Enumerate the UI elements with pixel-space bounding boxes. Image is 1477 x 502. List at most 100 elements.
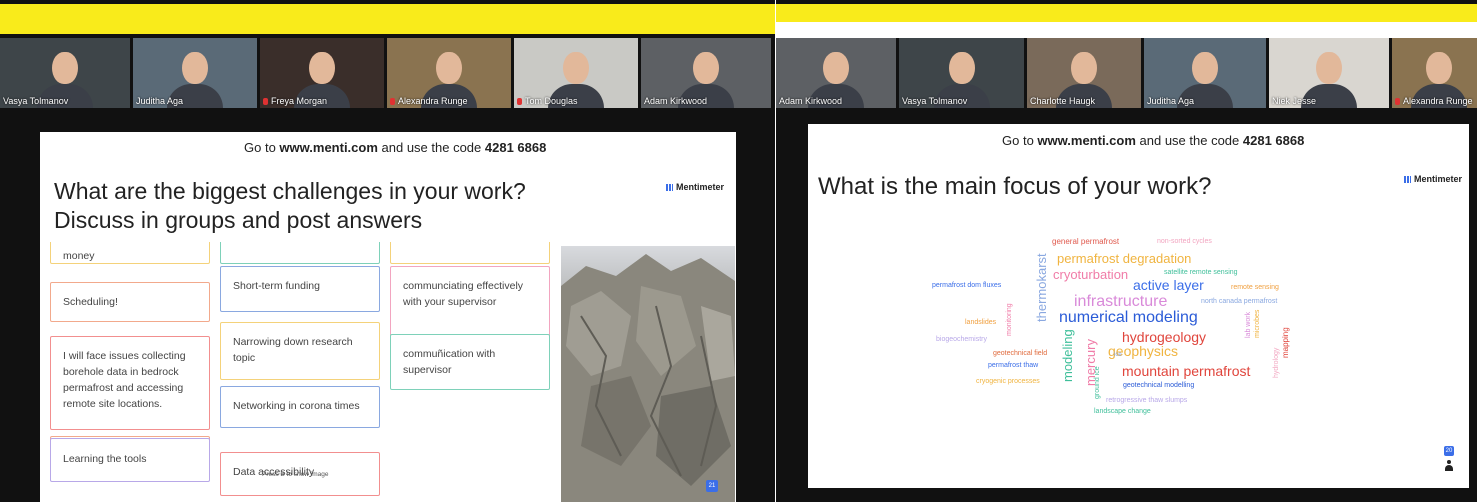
participant-tile[interactable]: Adam Kirkwood: [641, 38, 771, 108]
answer-card: [220, 242, 380, 264]
answer-card: I will face issues collecting borehole d…: [50, 336, 210, 430]
slide-question: What are the biggest challenges in your …: [54, 178, 526, 233]
participant-name: Juditha Aga: [1147, 96, 1195, 106]
word-cloud-word-vertical: modeling: [1060, 329, 1075, 382]
participant-name: Adam Kirkwood: [779, 96, 843, 106]
word-cloud-word-vertical: ground ice: [1094, 366, 1101, 399]
word-cloud-word-vertical: hydrology: [1273, 347, 1280, 378]
word-cloud-word: landscape change: [1094, 408, 1151, 415]
answer-card: money: [50, 242, 210, 264]
participant-video: [823, 52, 849, 84]
word-cloud-word-vertical: lab work: [1245, 311, 1252, 338]
participant-name: Charlotte Haugk: [1030, 96, 1096, 106]
participant-tile[interactable]: Alexandra Runge: [1392, 38, 1477, 108]
mentimeter-logo-icon: [666, 184, 673, 191]
answers-grid: money Scheduling! Short-term funding commun…: [40, 242, 561, 502]
answer-card: communciating effectively with your supe…: [390, 266, 550, 340]
word-cloud-word: satellite remote sensing: [1164, 269, 1238, 276]
mentimeter-brand: Mentimeter: [666, 182, 724, 192]
highlight-bar: [0, 4, 775, 34]
participant-tile[interactable]: Vasya Tolmanov: [899, 38, 1024, 108]
answer-card: Networking in corona times: [220, 386, 380, 428]
word-cloud-word: cryogenic processes: [976, 378, 1040, 385]
participant-tile[interactable]: Alexandra Runge: [387, 38, 511, 108]
participant-name: Vasya Tolmanov: [902, 96, 968, 106]
participant-name: Adam Kirkwood: [644, 96, 708, 106]
word-cloud-word: permafrost dom fluxes: [932, 282, 1002, 289]
word-cloud-word: active layer: [1133, 277, 1204, 293]
word-cloud-word: geotechnical field: [993, 350, 1048, 357]
slide-counter-badge[interactable]: 21: [706, 480, 718, 492]
word-cloud-word: biogeochemistry: [936, 336, 987, 343]
word-cloud-word: permafrost thaw: [988, 362, 1039, 369]
participant-name: Alexandra Runge: [1395, 96, 1473, 106]
answer-card: Narrowing down research topic: [220, 322, 380, 380]
participant-name: Tom Douglas: [517, 96, 578, 106]
participant-video: [1426, 52, 1452, 84]
person-icon: [1444, 460, 1454, 472]
word-cloud-word: retrogressive thaw slumps: [1106, 397, 1188, 404]
word-cloud-word: numerical modeling: [1059, 309, 1198, 326]
word-cloud-word: non-sorted cycles: [1157, 238, 1212, 245]
participant-tile[interactable]: Charlotte Haugk: [1027, 38, 1141, 108]
participant-strip: Vasya Tolmanov Juditha Aga Freya Morgan Ale…: [0, 38, 771, 108]
word-cloud-word: remote sensing: [1231, 284, 1279, 291]
word-cloud-word: north canada permafrost: [1201, 298, 1278, 305]
show-image-hint: Press B to show image: [262, 471, 329, 478]
participant-video: [948, 52, 975, 84]
muted-mic-icon: [517, 98, 522, 106]
participant-tile[interactable]: Juditha Aga: [133, 38, 257, 108]
participant-video: [182, 52, 208, 84]
participant-tile[interactable]: Juditha Aga: [1144, 38, 1266, 108]
participant-video: [52, 52, 78, 84]
muted-mic-icon: [263, 98, 268, 106]
answer-card: commuñication with supervisor: [390, 334, 550, 390]
word-cloud-word: geotechnical modelling: [1123, 382, 1195, 389]
word-cloud-word: hydrogeology: [1122, 329, 1207, 345]
participant-name: Freya Morgan: [263, 96, 327, 106]
word-cloud-word: general permafrost: [1052, 237, 1120, 246]
muted-mic-icon: [390, 98, 395, 106]
answer-card: Short-term funding: [220, 266, 380, 312]
participant-video: [693, 52, 719, 84]
word-cloud-word-vertical: microbes: [1254, 309, 1261, 338]
participant-name: Vasya Tolmanov: [3, 96, 69, 106]
word-cloud-word: cryoturbation: [1053, 267, 1129, 282]
answer-card: Learning the tools: [50, 438, 210, 482]
slide-image: [561, 246, 735, 502]
participant-tile[interactable]: Niek Jesse: [1269, 38, 1389, 108]
word-cloud-word: landslides: [965, 319, 997, 326]
participant-tile[interactable]: Adam Kirkwood: [776, 38, 896, 108]
participant-video: [1071, 52, 1097, 84]
mentimeter-slide: Go to www.menti.com and use the code 428…: [808, 124, 1469, 488]
highlight-bar: [776, 4, 1477, 22]
participant-name: Niek Jesse: [1272, 96, 1317, 106]
word-cloud: general permafrost non-sorted cycles perma…: [808, 124, 1469, 488]
participant-video: [1316, 52, 1342, 84]
participant-video: [1192, 52, 1218, 84]
word-cloud-word-vertical: thermokarst: [1034, 253, 1049, 322]
participant-tile[interactable]: Freya Morgan: [260, 38, 384, 108]
participant-strip: Adam Kirkwood Vasya Tolmanov Charlotte Hau…: [776, 38, 1477, 108]
word-cloud-word: ice: [1114, 352, 1122, 358]
right-screen-share: Adam Kirkwood Vasya Tolmanov Charlotte Hau…: [776, 0, 1477, 502]
participant-video: [563, 52, 589, 84]
muted-mic-icon: [1395, 98, 1400, 106]
join-instructions: Go to www.menti.com and use the code 428…: [244, 140, 547, 155]
answer-card: Scheduling!: [50, 282, 210, 322]
word-cloud-word: permafrost degradation: [1057, 251, 1192, 266]
participant-tile[interactable]: Vasya Tolmanov: [0, 38, 130, 108]
word-cloud-word: mountain permafrost: [1122, 363, 1251, 379]
participant-name: Juditha Aga: [136, 96, 184, 106]
top-white-band: [776, 22, 1477, 38]
participant-name: Alexandra Runge: [390, 96, 468, 106]
participant-video: [309, 52, 335, 84]
answer-card: [390, 242, 550, 264]
participant-tile[interactable]: Tom Douglas: [514, 38, 638, 108]
left-screen-share: Vasya Tolmanov Juditha Aga Freya Morgan Ale…: [0, 0, 775, 502]
slide-counter-badge[interactable]: 20: [1444, 446, 1454, 456]
word-cloud-word-vertical: mapping: [1281, 327, 1290, 358]
word-cloud-word: infrastructure: [1074, 293, 1168, 310]
word-cloud-word-vertical: monitoring: [1006, 303, 1013, 336]
participant-video: [436, 52, 462, 84]
